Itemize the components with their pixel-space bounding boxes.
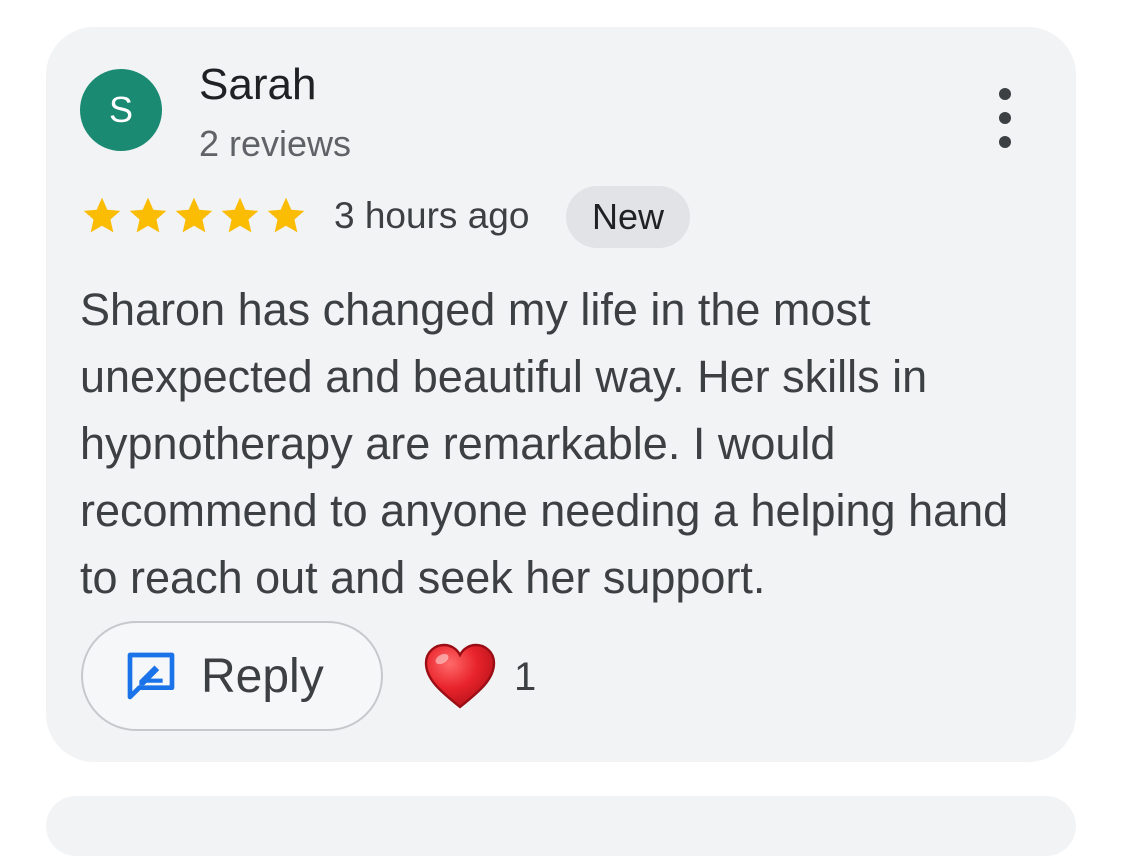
star-icon: [221, 197, 259, 233]
new-badge: New: [566, 186, 691, 248]
more-options-button[interactable]: [982, 88, 1028, 148]
reply-icon: [123, 648, 179, 704]
star-rating: [80, 194, 308, 238]
reaction-count: 1: [514, 655, 537, 699]
reply-label: Reply: [201, 649, 324, 703]
more-dot: [999, 112, 1011, 124]
star-icon: [175, 197, 213, 233]
heart-icon[interactable]: [424, 642, 496, 712]
author-review-count: 2 reviews: [199, 123, 352, 164]
more-dot: [999, 136, 1011, 148]
avatar-initial: S: [108, 89, 133, 130]
reply-button[interactable]: Reply: [81, 621, 383, 731]
more-vertical-icon: [999, 88, 1011, 100]
review-time: 3 hours ago: [334, 195, 530, 236]
star-icon: [129, 197, 167, 233]
author-name[interactable]: Sarah: [199, 58, 316, 112]
review-text: Sharon has changed my life in the most u…: [80, 284, 1009, 603]
star-icon: [83, 197, 121, 233]
star-icon: [267, 197, 305, 233]
avatar[interactable]: S: [80, 69, 162, 151]
next-review-card: [46, 796, 1076, 856]
